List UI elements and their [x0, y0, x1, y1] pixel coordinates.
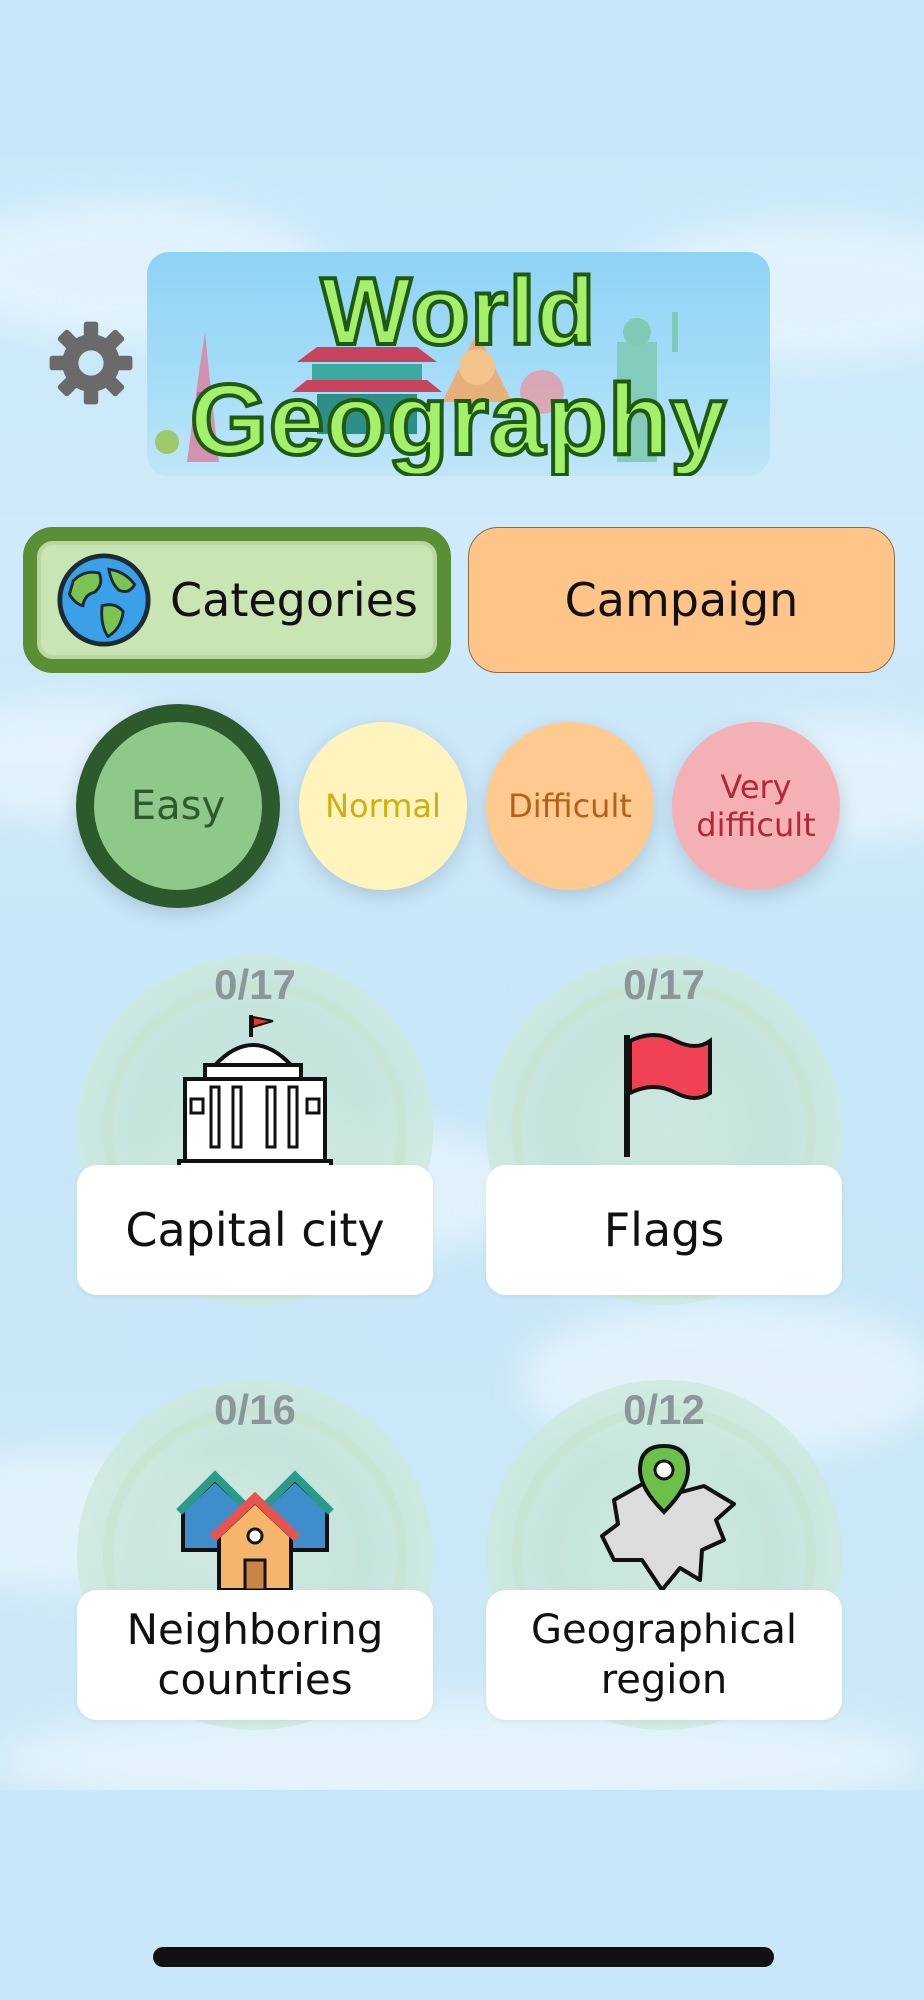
gear-icon[interactable]	[46, 318, 136, 408]
difficulty-normal-label: Normal	[325, 787, 441, 825]
title-banner: World Geography	[147, 252, 770, 476]
difficulty-normal-button[interactable]: Normal	[299, 722, 467, 890]
category-progress: 0/17	[623, 961, 705, 1008]
category-progress: 0/16	[214, 1386, 296, 1433]
difficulty-very-difficult-button[interactable]: Very difficult	[672, 722, 840, 890]
home-indicator[interactable]	[153, 1947, 774, 1967]
app-title-line-2: Geography	[188, 364, 728, 476]
category-card-flags[interactable]: 0/17 Flags	[486, 955, 842, 1305]
campaign-label: Campaign	[564, 573, 799, 627]
difficulty-very-difficult-label: Very difficult	[696, 767, 816, 844]
category-label: Capital city	[77, 1165, 433, 1295]
difficulty-difficult-button[interactable]: Difficult	[486, 722, 654, 890]
category-label: Neighboring countries	[77, 1590, 433, 1720]
category-card-capital-city[interactable]: 0/17 Capital city	[77, 955, 433, 1305]
difficulty-difficult-label: Difficult	[508, 787, 632, 825]
categories-label: Categories	[170, 573, 418, 627]
category-progress: 0/17	[214, 961, 296, 1008]
category-progress: 0/12	[623, 1386, 705, 1433]
categories-button[interactable]: Categories	[23, 527, 451, 673]
red-flag-icon	[624, 1033, 712, 1157]
difficulty-easy-button[interactable]: Easy	[76, 704, 280, 908]
category-label: Geographical region	[486, 1590, 842, 1720]
bottom-safe-area	[0, 1790, 924, 2000]
difficulty-easy-label: Easy	[130, 783, 226, 829]
houses-icon	[176, 1470, 334, 1592]
app-title-line-1: World	[319, 258, 597, 365]
map-pin-region-icon	[600, 1443, 736, 1592]
campaign-button[interactable]: Campaign	[468, 527, 895, 673]
capitol-building-icon	[177, 1015, 333, 1173]
category-card-neighboring-countries[interactable]: 0/16 Neighboring countries	[77, 1380, 433, 1730]
category-label: Flags	[486, 1165, 842, 1295]
globe-icon	[57, 553, 151, 647]
category-card-geographical-region[interactable]: 0/12 Geographical region	[486, 1380, 842, 1730]
